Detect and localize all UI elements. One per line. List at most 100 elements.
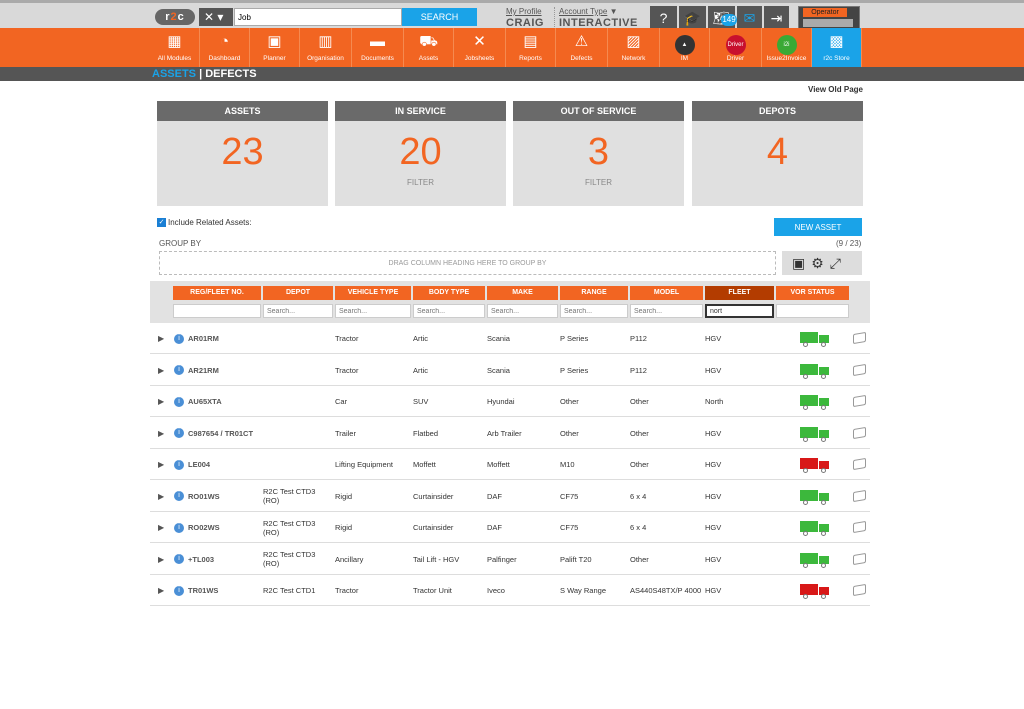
- table-row[interactable]: ▶ i TR01WS R2C Test CTD1 Tractor Tractor Unit…: [150, 575, 870, 606]
- info-icon[interactable]: i: [174, 355, 184, 386]
- col-reg[interactable]: REG/FLEET NO.: [173, 286, 261, 300]
- nav-r2c-store[interactable]: ▩ r2c Store: [812, 28, 862, 67]
- vor-status-truck-icon[interactable]: [800, 458, 830, 473]
- card-filter-link[interactable]: FILTER: [335, 178, 506, 187]
- vor-status-truck-icon[interactable]: [800, 363, 830, 379]
- info-icon[interactable]: i: [174, 544, 184, 575]
- package-icon[interactable]: [853, 457, 866, 471]
- tab-defects[interactable]: DEFECTS: [205, 68, 256, 80]
- tab-assets[interactable]: ASSETS: [152, 68, 196, 80]
- vor-status-truck-icon[interactable]: [800, 395, 830, 410]
- cell-reg[interactable]: C987654 / TR01CT: [188, 418, 253, 449]
- cell-reg[interactable]: +TL003: [188, 544, 214, 575]
- mail-icon[interactable]: ✉: [737, 6, 762, 30]
- expand-icon[interactable]: ⤢: [830, 255, 847, 271]
- info-icon[interactable]: i: [174, 386, 184, 417]
- package-icon[interactable]: [853, 583, 866, 597]
- nav-defects[interactable]: ⚠ Defects: [556, 28, 608, 67]
- col-vor-status[interactable]: VOR STATUS: [776, 286, 849, 300]
- col-make[interactable]: MAKE: [487, 286, 558, 300]
- expand-row-icon[interactable]: ▶: [158, 544, 164, 575]
- expand-row-icon[interactable]: ▶: [158, 323, 164, 354]
- filter-reg[interactable]: [173, 304, 261, 318]
- search-button[interactable]: SEARCH: [402, 8, 477, 26]
- out-of-service-card[interactable]: OUT OF SERVICE 3 FILTER: [513, 101, 684, 206]
- expand-row-icon[interactable]: ▶: [158, 386, 164, 417]
- filter-depot[interactable]: [263, 304, 333, 318]
- cell-reg[interactable]: LE004: [188, 449, 210, 480]
- table-row[interactable]: ▶ i LE004 Lifting Equipment Moffett Moffett M1…: [150, 449, 870, 480]
- nav-jobsheets[interactable]: ✕ Jobsheets: [454, 28, 506, 67]
- cell-reg[interactable]: RO02WS: [188, 512, 220, 543]
- operator-switch[interactable]: Operator: [798, 6, 860, 30]
- filter-make[interactable]: [487, 304, 558, 318]
- view-old-page-link[interactable]: View Old Page: [808, 85, 863, 94]
- info-icon[interactable]: i: [174, 449, 184, 480]
- assets-card[interactable]: ASSETS 23: [157, 101, 328, 206]
- package-icon[interactable]: [853, 489, 866, 502]
- group-by-dropzone[interactable]: DRAG COLUMN HEADING HERE TO GROUP BY: [159, 251, 776, 275]
- nav-dashboard[interactable]: ◔ Dashboard: [200, 28, 250, 67]
- table-row[interactable]: ▶ i AR21RM Tractor Artic Scania P Series P112 HG…: [150, 355, 870, 386]
- chevron-down-icon[interactable]: ▼: [610, 7, 618, 16]
- col-range[interactable]: RANGE: [560, 286, 628, 300]
- save-icon[interactable]: ▣: [792, 255, 811, 271]
- filter-range[interactable]: [560, 304, 628, 318]
- info-icon[interactable]: i: [174, 575, 184, 606]
- nav-issue2invoice[interactable]: i2i Issue2Invoice: [762, 28, 812, 67]
- info-icon[interactable]: i: [174, 481, 184, 512]
- filter-fleet[interactable]: [705, 304, 774, 318]
- filter-model[interactable]: [630, 304, 703, 318]
- include-related-assets[interactable]: ✓ Include Related Assets:: [157, 218, 252, 228]
- graduation-cap-icon[interactable]: 🎓: [679, 6, 706, 30]
- r2c-logo[interactable]: r2c: [155, 9, 195, 25]
- col-body-type[interactable]: BODY TYPE: [413, 286, 485, 300]
- checkbox-checked-icon[interactable]: ✓: [157, 218, 166, 228]
- vor-status-truck-icon[interactable]: [800, 332, 830, 347]
- package-icon[interactable]: [853, 426, 866, 439]
- logout-icon[interactable]: ⇥: [764, 6, 789, 30]
- nav-organisation[interactable]: ▥ Organisation: [300, 28, 352, 67]
- package-icon[interactable]: [853, 363, 866, 376]
- table-row[interactable]: ▶ i RO01WS R2C Test CTD3 (RO) Rigid Curtainsi…: [150, 481, 870, 512]
- nav-network[interactable]: ▨ Network: [608, 28, 660, 67]
- cell-reg[interactable]: TR01WS: [188, 575, 218, 606]
- nav-driver[interactable]: Driver Driver: [710, 28, 762, 67]
- cell-reg[interactable]: AU65XTA: [188, 386, 222, 417]
- gear-icon[interactable]: ⚙: [811, 255, 830, 271]
- expand-row-icon[interactable]: ▶: [158, 481, 164, 512]
- cell-reg[interactable]: RO01WS: [188, 481, 220, 512]
- filter-body-type[interactable]: [413, 304, 485, 318]
- col-model[interactable]: MODEL: [630, 286, 703, 300]
- nav-planner[interactable]: ▣ Planner: [250, 28, 300, 67]
- table-row[interactable]: ▶ i C987654 / TR01CT Trailer Flatbed Arb Trai…: [150, 418, 870, 449]
- info-icon[interactable]: i: [174, 323, 184, 354]
- new-asset-button[interactable]: NEW ASSET: [774, 218, 862, 236]
- expand-row-icon[interactable]: ▶: [158, 449, 164, 480]
- nav-assets[interactable]: ⛟ Assets: [404, 28, 454, 67]
- table-row[interactable]: ▶ i +TL003 R2C Test CTD3 (RO) Ancillary Tail …: [150, 544, 870, 575]
- nav-reports[interactable]: ▤ Reports: [506, 28, 556, 67]
- col-vehicle-type[interactable]: VEHICLE TYPE: [335, 286, 411, 300]
- table-row[interactable]: ▶ i AR01RM Tractor Artic Scania P Series P112 HG…: [150, 323, 870, 354]
- tools-dropdown[interactable]: ✕ ▾: [199, 8, 233, 26]
- vor-status-truck-icon[interactable]: [800, 584, 830, 599]
- card-filter-link[interactable]: FILTER: [513, 178, 684, 187]
- expand-row-icon[interactable]: ▶: [158, 512, 164, 543]
- vor-status-truck-icon[interactable]: [800, 521, 830, 536]
- cell-reg[interactable]: AR21RM: [188, 355, 219, 386]
- vor-status-truck-icon[interactable]: [800, 426, 830, 442]
- col-depot[interactable]: DEPOT: [263, 286, 333, 300]
- vor-status-truck-icon[interactable]: [800, 552, 830, 568]
- job-search-input[interactable]: [234, 8, 402, 26]
- info-icon[interactable]: i: [174, 512, 184, 543]
- vor-status-truck-icon[interactable]: [800, 489, 830, 505]
- filter-vor-status[interactable]: [776, 304, 849, 318]
- nav-documents[interactable]: ▬ Documents: [352, 28, 404, 67]
- col-fleet[interactable]: FLEET: [705, 286, 774, 300]
- expand-row-icon[interactable]: ▶: [158, 355, 164, 386]
- depots-card[interactable]: DEPOTS 4: [692, 101, 863, 206]
- package-icon[interactable]: [853, 331, 866, 345]
- cell-reg[interactable]: AR01RM: [188, 323, 219, 354]
- nav-im[interactable]: ▲ IM: [660, 28, 710, 67]
